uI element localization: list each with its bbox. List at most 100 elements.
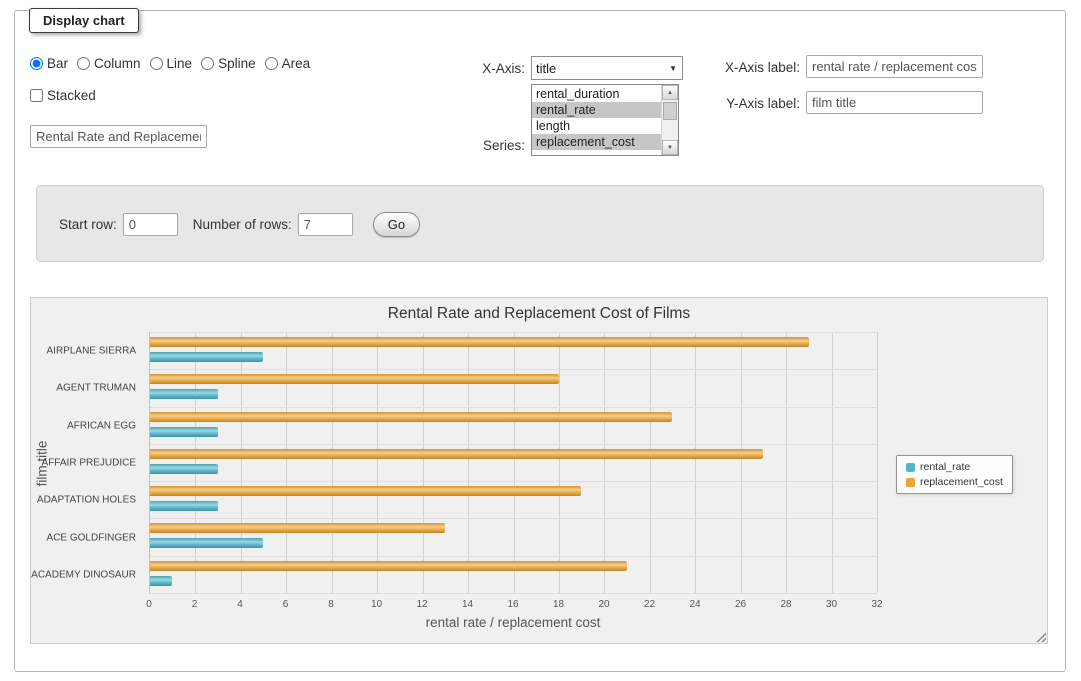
legend-item-replacement_cost[interactable]: replacement_cost [906,476,1003,488]
x-gridline [604,332,605,593]
x-tick-label: 18 [553,599,564,610]
bar-rental_rate[interactable] [150,464,218,474]
bar-replacement_cost[interactable] [150,486,581,496]
bar-rental_rate[interactable] [150,501,218,511]
chart-type-option-label: Bar [47,56,68,71]
y-category-label: ACADEMY DINOSAUR [31,570,136,581]
y-category-label: ADAPTATION HOLES [37,495,136,506]
x-gridline [286,332,287,593]
y-category-label: AFRICAN EGG [67,420,136,431]
legend-item-label: replacement_cost [920,476,1003,488]
x-axis-title: rental rate / replacement cost [149,615,877,630]
chart-type-option-area[interactable]: Area [265,56,311,71]
stacked-option[interactable]: Stacked [30,88,96,103]
bar-replacement_cost[interactable] [150,449,763,459]
bar-replacement_cost[interactable] [150,523,445,533]
x-tick-label: 8 [328,599,334,610]
x-gridline [877,332,878,593]
y-category-label: AGENT TRUMAN [56,383,136,394]
chart-type-option-spline[interactable]: Spline [201,56,256,71]
x-gridline [786,332,787,593]
chart-type-option-label: Area [282,56,311,71]
display-chart-legend: Display chart [29,8,139,33]
x-tick-label: 26 [735,599,746,610]
series-option-replacement_cost[interactable]: replacement_cost [532,134,661,150]
chart-title: Rental Rate and Replacement Cost of Film… [31,305,1047,323]
chart-legend: rental_rate replacement_cost [896,455,1013,494]
x-gridline [195,332,196,593]
x-gridline [423,332,424,593]
y-category-label: AIRPLANE SIERRA [47,345,136,356]
scroll-down-icon[interactable]: ▼ [662,140,678,155]
x-tick-label: 0 [146,599,152,610]
series-listbox[interactable]: rental_durationrental_ratelengthreplacem… [531,84,679,156]
stacked-label: Stacked [47,88,96,103]
bar-rental_rate[interactable] [150,352,263,362]
row-controls: Start row: Number of rows: Go [59,212,420,237]
x-gridline [241,332,242,593]
bar-replacement_cost[interactable] [150,412,672,422]
x-tick-label: 2 [192,599,198,610]
series-option-length[interactable]: length [532,118,661,134]
y-axis-categories: AIRPLANE SIERRA AGENT TRUMAN AFRICAN EGG AF… [31,332,143,594]
chart-container: Rental Rate and Replacement Cost of Film… [30,297,1048,644]
x-gridline [832,332,833,593]
y-axis-label-input[interactable] [806,91,983,114]
chart-type-radio-spline[interactable] [201,57,214,70]
chart-type-radio-bar[interactable] [30,57,43,70]
x-tick-label: 30 [826,599,837,610]
x-tick-label: 14 [462,599,473,610]
y-category-label: AFFAIR PREJUDICE [42,458,136,469]
start-row-input[interactable] [123,213,178,236]
bar-rental_rate[interactable] [150,576,172,586]
go-button[interactable]: Go [373,212,420,237]
chart-type-radio-area[interactable] [265,57,278,70]
chart-type-radio-line[interactable] [150,57,163,70]
bar-replacement_cost[interactable] [150,337,809,347]
chart-title-input[interactable] [30,125,207,148]
bar-replacement_cost[interactable] [150,561,627,571]
x-tick-label: 4 [237,599,243,610]
x-axis-ticks: 02468101214161820222426283032 [149,599,877,612]
bar-rental_rate[interactable] [150,389,218,399]
x-tick-label: 20 [598,599,609,610]
series-option-rental_rate[interactable]: rental_rate [532,102,661,118]
bar-rental_rate[interactable] [150,427,218,437]
y-gridline [150,332,877,333]
chart-type-option-line[interactable]: Line [150,56,193,71]
bar-rental_rate[interactable] [150,538,263,548]
series-option-rental_duration[interactable]: rental_duration [532,86,661,102]
x-axis-label-input[interactable] [806,55,983,78]
chart-type-radios: Bar Column Line Spline Area [30,56,319,71]
x-gridline [332,332,333,593]
series-listbox-options: rental_durationrental_ratelengthreplacem… [532,86,661,155]
bar-replacement_cost[interactable] [150,374,559,384]
stacked-checkbox[interactable] [30,89,43,102]
chart-type-option-label: Spline [218,56,256,71]
number-of-rows-label: Number of rows: [193,217,292,232]
plot-area [149,332,877,594]
legend-item-label: rental_rate [920,461,970,473]
x-tick-label: 24 [689,599,700,610]
x-tick-label: 10 [371,599,382,610]
x-gridline [559,332,560,593]
page: Display chart Bar Column Line Spline Area St… [0,0,1081,681]
x-axis-label-caption: X-Axis label: [655,60,800,75]
x-tick-label: 16 [507,599,518,610]
legend-swatch [906,463,915,472]
number-of-rows-input[interactable] [298,213,353,236]
chart-type-option-label: Column [94,56,141,71]
y-gridline [150,481,877,482]
chart-type-radio-column[interactable] [77,57,90,70]
y-gridline [150,518,877,519]
x-gridline [650,332,651,593]
chart-type-option-label: Line [167,56,193,71]
x-tick-label: 6 [283,599,289,610]
resize-handle-icon[interactable] [1034,630,1046,642]
x-gridline [695,332,696,593]
y-gridline [150,369,877,370]
chart-type-option-bar[interactable]: Bar [30,56,68,71]
chart-type-option-column[interactable]: Column [77,56,141,71]
x-tick-label: 28 [780,599,791,610]
legend-item-rental_rate[interactable]: rental_rate [906,461,1003,473]
